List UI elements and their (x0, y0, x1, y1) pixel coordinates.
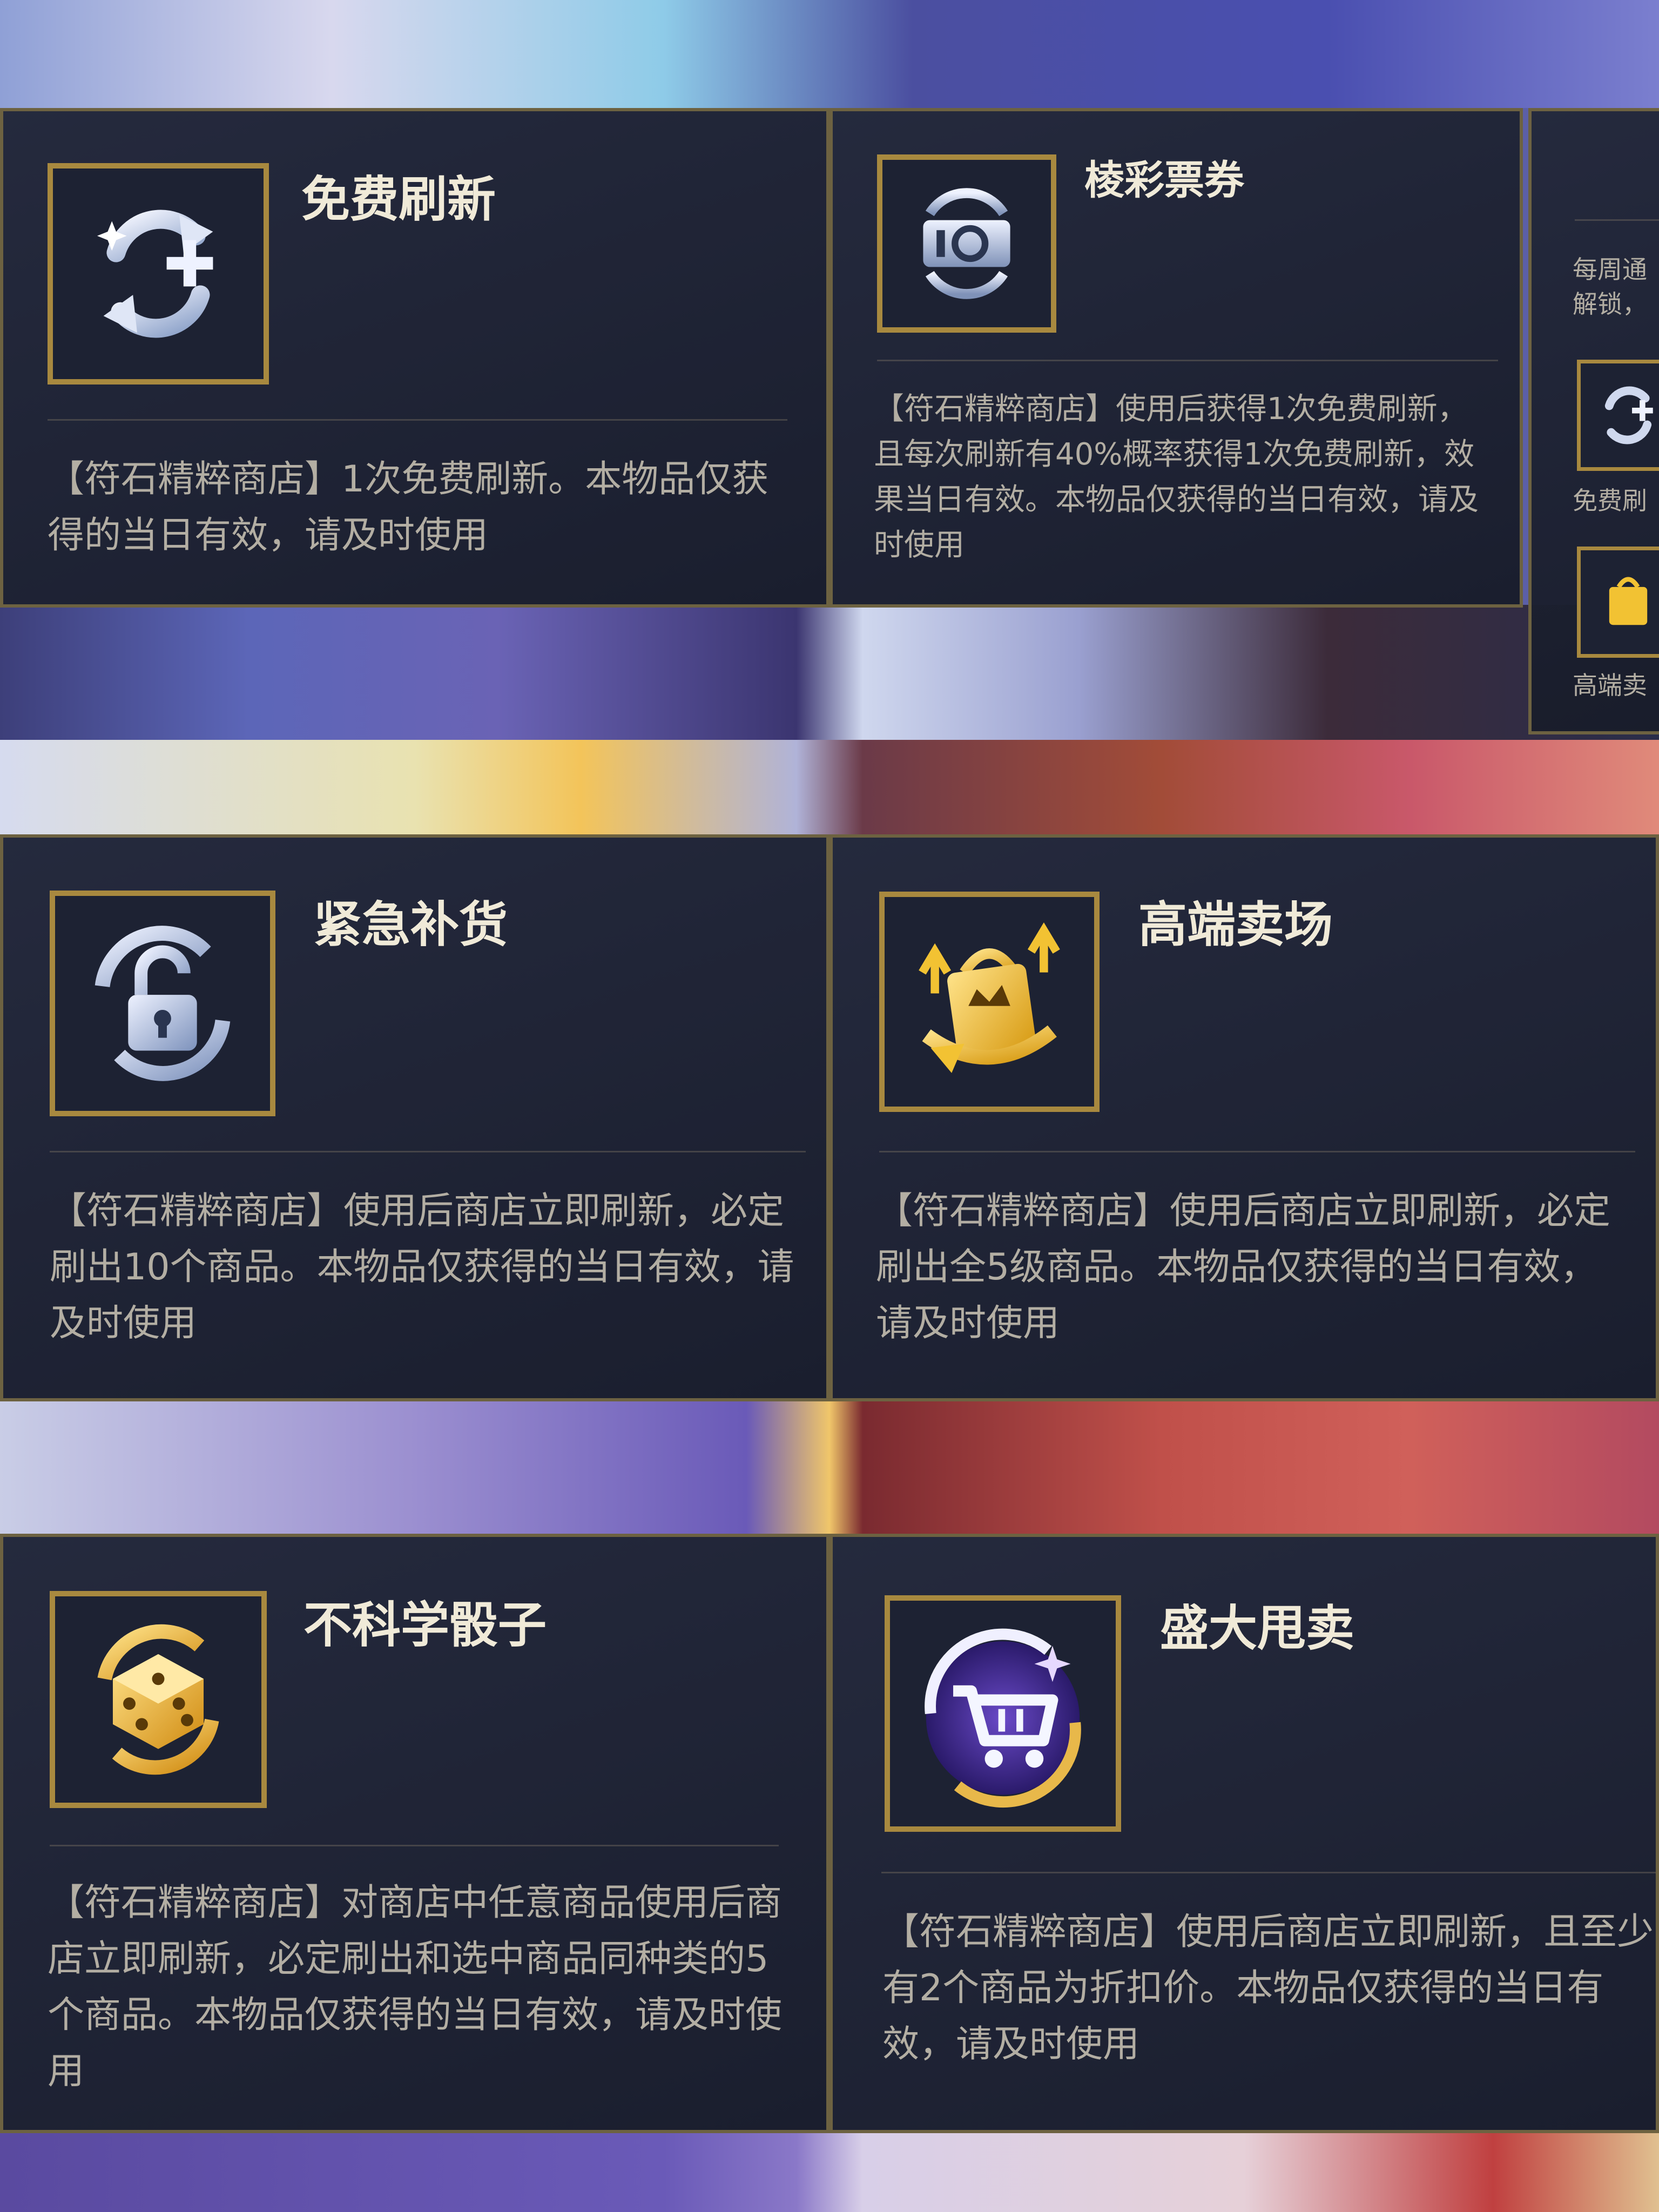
background-art-row1 (0, 605, 1659, 740)
item-title: 高端卖场 (1138, 896, 1333, 953)
item-title: 棱彩票券 (1084, 157, 1244, 204)
item-icon-frame (877, 154, 1056, 333)
refresh-plus-icon (1604, 386, 1653, 444)
item-icon-frame (885, 1595, 1121, 1832)
side-item-icon-frame[interactable] (1577, 547, 1659, 658)
item-title: 免费刷新 (301, 171, 496, 228)
crown-bag-icon (919, 922, 1060, 1073)
item-card-prismatic-ticket[interactable]: 棱彩票券 【符石精粹商店】使用后获得1次免费刷新，且每次刷新有40%概率获得1次… (830, 108, 1523, 608)
divider (1575, 219, 1659, 221)
item-description: 【符石精粹商店】使用后商店立即刷新，且至少有2个商品为折扣价。本物品仅获得的当日… (882, 1911, 1654, 2066)
crown-bag-icon (1609, 577, 1648, 625)
item-card-emergency-restock[interactable]: 紧急补货 【符石精粹商店】使用后商店立即刷新，必定刷出10个商品。本物品仅获得的… (0, 834, 830, 1401)
side-panel: 每周通 解锁， 免费刷 高端卖 (1528, 108, 1659, 734)
side-item-icon-frame[interactable] (1577, 360, 1659, 471)
divider (48, 419, 787, 421)
item-icon-frame (50, 891, 275, 1116)
side-panel-text: 每周通 (1573, 255, 1647, 284)
divider (50, 1151, 806, 1152)
unlock-refresh-icon (95, 926, 231, 1081)
item-description: 【符石精粹商店】对商店中任意商品使用后商店立即刷新，必定刷出和选中商品同种类的5… (48, 1881, 783, 2093)
divider (877, 360, 1498, 361)
refresh-plus-icon (97, 210, 213, 338)
background-art-bottom (0, 2133, 1659, 2212)
item-card-grand-sale[interactable]: 盛大甩卖 【符石精粹商店】使用后商店立即刷新，且至少有2个商品为折扣价。本物品仅… (830, 1534, 1659, 2133)
background-art-row2 (0, 740, 1659, 834)
item-icon-frame (50, 1591, 267, 1808)
side-item-label: 高端卖 (1573, 671, 1647, 700)
divider (879, 1151, 1635, 1152)
item-title: 盛大甩卖 (1160, 1600, 1354, 1657)
item-card-premium-market[interactable]: 高端卖场 【符石精粹商店】使用后商店立即刷新，必定刷出全5级商品。本物品仅获得的… (830, 834, 1659, 1401)
item-description: 【符石精粹商店】使用后获得1次免费刷新，且每次刷新有40%概率获得1次免费刷新，… (874, 392, 1479, 563)
item-card-unscientific-dice[interactable]: 不科学骰子 【符石精粹商店】对商店中任意商品使用后商店立即刷新，必定刷出和选中商… (0, 1534, 830, 2133)
ticket-refresh-icon (923, 188, 1010, 299)
dice-icon (97, 1624, 219, 1775)
item-card-free-refresh[interactable]: 免费刷新 【符石精粹商店】1次免费刷新。本物品仅获得的当日有效，请及时使用 (0, 108, 830, 608)
item-description: 【符石精粹商店】1次免费刷新。本物品仅获得的当日有效，请及时使用 (48, 458, 769, 557)
item-icon-frame (48, 163, 269, 385)
divider (881, 1872, 1656, 1873)
background-art-top (0, 0, 1659, 108)
side-item-label: 免费刷 (1573, 486, 1647, 515)
item-description: 【符石精粹商店】使用后商店立即刷新，必定刷出10个商品。本物品仅获得的当日有效，… (50, 1190, 794, 1345)
divider (50, 1845, 779, 1846)
item-title: 不科学骰子 (304, 1597, 547, 1654)
side-panel-text: 解锁， (1573, 289, 1647, 319)
item-icon-frame (879, 892, 1100, 1112)
item-description: 【符石精粹商店】使用后商店立即刷新，必定刷出全5级商品。本物品仅获得的当日有效，… (876, 1190, 1611, 1345)
item-title: 紧急补货 (313, 896, 508, 953)
background-art-row3 (0, 1399, 1659, 1534)
cart-sale-icon (925, 1628, 1081, 1808)
